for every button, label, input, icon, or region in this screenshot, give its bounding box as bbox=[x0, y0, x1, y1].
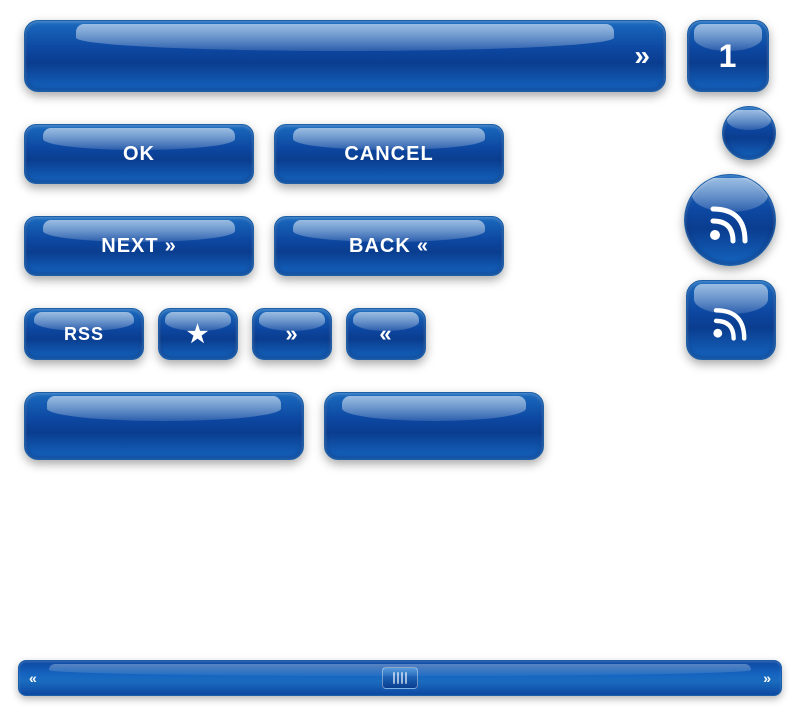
blank-button-right[interactable] bbox=[324, 392, 544, 460]
row-ok-cancel: OK CANCEL bbox=[24, 124, 666, 184]
thumb-line-2 bbox=[397, 672, 399, 684]
rss-text-button[interactable]: RSS bbox=[24, 308, 144, 360]
scrollbar: « » bbox=[18, 660, 782, 696]
wide-button-chevron: » bbox=[634, 42, 651, 70]
left-section: » OK CANCEL NEXT » BACK bbox=[24, 20, 666, 476]
row-blank-buttons bbox=[24, 392, 666, 460]
thumb-line-4 bbox=[405, 672, 407, 684]
blank-button-left[interactable] bbox=[24, 392, 304, 460]
scroll-thumb[interactable] bbox=[382, 667, 418, 689]
rss-square-icon bbox=[709, 298, 753, 342]
scrollbar-track[interactable]: « » bbox=[18, 660, 782, 696]
backward-chevron-icon: « bbox=[379, 323, 392, 345]
thumb-line-3 bbox=[401, 672, 403, 684]
forward-chevron-icon: » bbox=[285, 323, 298, 345]
row-wide: » bbox=[24, 20, 666, 92]
ok-button[interactable]: OK bbox=[24, 124, 254, 184]
row-small-buttons: RSS ★ » « bbox=[24, 308, 666, 360]
back-label: BACK bbox=[349, 235, 411, 258]
star-icon: ★ bbox=[187, 320, 210, 349]
rss-circle-button[interactable] bbox=[684, 174, 776, 266]
cancel-label: CANCEL bbox=[344, 143, 433, 166]
rss-text-label: RSS bbox=[64, 324, 104, 345]
back-button[interactable]: BACK « bbox=[274, 216, 504, 276]
rss-square-button[interactable] bbox=[686, 280, 776, 360]
ok-label: OK bbox=[123, 143, 155, 166]
rss-circle-icon bbox=[705, 195, 755, 245]
next-label: NEXT bbox=[101, 235, 158, 258]
right-section: 1 bbox=[666, 20, 776, 476]
number-badge-label: 1 bbox=[719, 38, 738, 75]
cancel-button[interactable]: CANCEL bbox=[274, 124, 504, 184]
backward-button[interactable]: « bbox=[346, 308, 426, 360]
next-chevron-icon: » bbox=[165, 236, 177, 256]
thumb-line-1 bbox=[393, 672, 395, 684]
button-grid: » OK CANCEL NEXT » BACK bbox=[24, 20, 776, 476]
number-badge-button[interactable]: 1 bbox=[687, 20, 769, 92]
back-chevron-icon: « bbox=[417, 236, 429, 256]
scroll-left-arrow[interactable]: « bbox=[19, 670, 47, 686]
row-next-back: NEXT » BACK « bbox=[24, 216, 666, 276]
next-button[interactable]: NEXT » bbox=[24, 216, 254, 276]
forward-button[interactable]: » bbox=[252, 308, 332, 360]
wide-button[interactable]: » bbox=[24, 20, 666, 92]
star-button[interactable]: ★ bbox=[158, 308, 238, 360]
scroll-right-arrow[interactable]: » bbox=[753, 670, 781, 686]
main-container: » OK CANCEL NEXT » BACK bbox=[0, 0, 800, 708]
small-circle-button[interactable] bbox=[722, 106, 776, 160]
